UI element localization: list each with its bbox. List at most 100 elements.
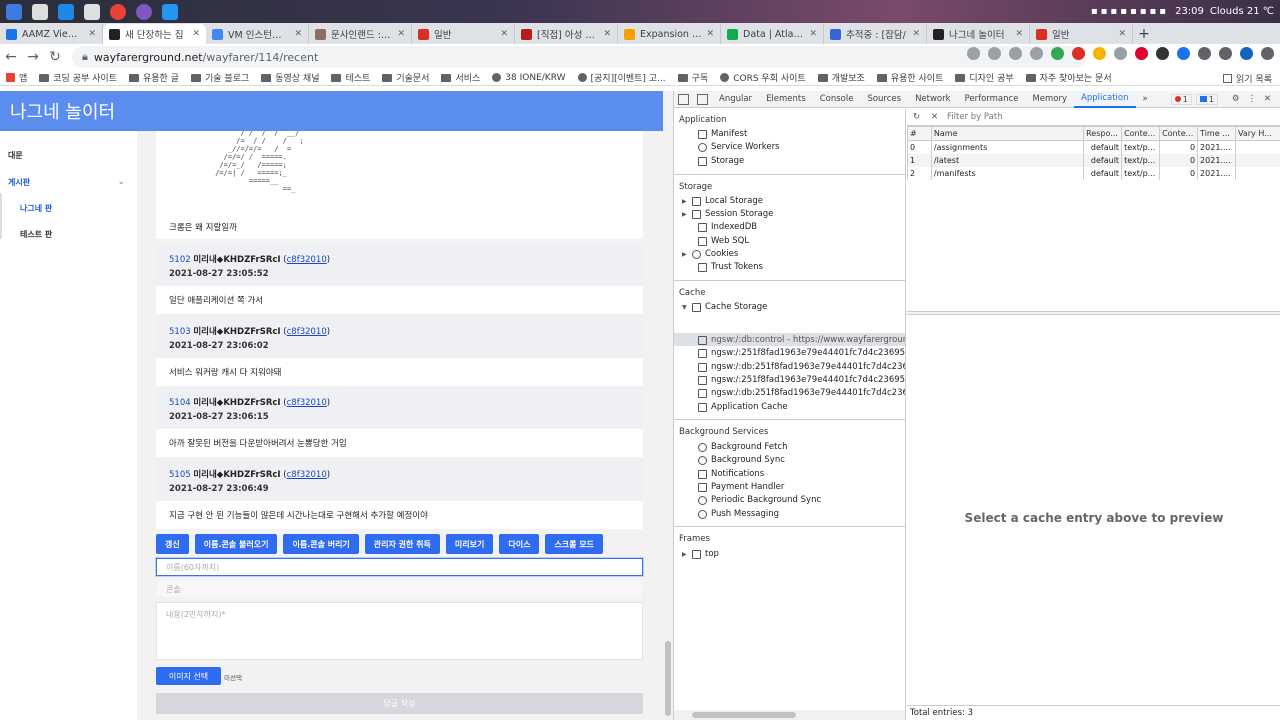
sidebar-item-test[interactable]: 테스트 판	[20, 229, 52, 240]
weather[interactable]: Clouds 21 ℃	[1210, 6, 1274, 17]
table-row[interactable]: 1 /latest default text/p... 0 2021....	[907, 153, 1280, 167]
column-content-length[interactable]: Conte...	[1159, 126, 1199, 141]
column-content-type[interactable]: Conte...	[1121, 126, 1161, 141]
column-name[interactable]: Name	[930, 126, 1085, 141]
app-icon[interactable]	[136, 3, 152, 20]
table-row[interactable]: 0 /assignments default text/p... 0 2021.…	[907, 140, 1280, 154]
sidebar-item-home[interactable]: 대문	[8, 150, 23, 161]
scrollbar-thumb[interactable]	[692, 712, 796, 718]
close-icon[interactable]: ✕	[294, 29, 302, 39]
sidebar-item-board[interactable]: 게시판	[8, 177, 30, 188]
browser-tab[interactable]: VM 인스턴스 – C ✕	[206, 24, 309, 44]
tree-item-cache-storage[interactable]: ▼ Cache Storage	[682, 302, 767, 312]
discard-name-console-button[interactable]: 이름.콘솔 버리기	[283, 534, 359, 554]
reading-list[interactable]: 읽기 목록	[1223, 72, 1272, 85]
column-vary-header[interactable]: Vary H...	[1235, 126, 1280, 141]
bookmark-item[interactable]: 디자인 공부	[949, 71, 1019, 84]
cache-entry[interactable]: ngsw:/:db:251f8fad1963e79e44401fc7d4c236…	[698, 362, 905, 372]
column-index[interactable]: #	[907, 126, 932, 141]
extension-icon[interactable]	[1051, 47, 1064, 60]
bookmark-item[interactable]: 서비스	[435, 71, 486, 84]
close-icon[interactable]: ✕	[912, 29, 920, 39]
post-hash[interactable]: c8f32010	[287, 398, 327, 408]
address-bar[interactable]: 🔒︎ wayfarerground.net/wayfarer/114/recen…	[72, 46, 1087, 68]
gear-icon[interactable]: ⚙	[1232, 94, 1240, 104]
bookmark-item[interactable]: 38 IONE/KRW	[486, 73, 571, 83]
app-icon[interactable]	[6, 3, 22, 20]
extension-icon[interactable]	[1114, 47, 1127, 60]
devtools-tab-performance[interactable]: Performance	[958, 91, 1026, 108]
new-tab-button[interactable]: +	[1133, 24, 1155, 44]
share-icon[interactable]	[988, 47, 1001, 60]
close-icon[interactable]: ✕	[1118, 29, 1126, 39]
console-input[interactable]: 콘솔	[156, 580, 643, 598]
chrome-icon[interactable]	[110, 3, 126, 20]
tree-item-service-workers[interactable]: Service Workers	[688, 142, 780, 152]
browser-tab[interactable]: 새 단장하는 집 ✕	[103, 24, 206, 44]
admin-auth-button[interactable]: 관리자 권한 취득	[364, 534, 440, 554]
tree-item-websql[interactable]: Web SQL	[688, 236, 749, 246]
name-input[interactable]: 이름(60자까지)	[156, 558, 643, 576]
tree-item-payment-handler[interactable]: Payment Handler	[688, 482, 784, 492]
browser-tab[interactable]: 나그네 놀이터 ✕	[927, 24, 1030, 44]
post-hash[interactable]: c8f32010	[287, 470, 327, 480]
devtools-tab-memory[interactable]: Memory	[1025, 91, 1074, 108]
bookmark-item[interactable]: 테스트	[325, 71, 376, 84]
kebab-menu-icon[interactable]: ⋮	[1248, 94, 1257, 104]
horizontal-scrollbar[interactable]	[674, 710, 905, 720]
post-number[interactable]: 5102	[169, 255, 191, 265]
forward-button[interactable]: →	[22, 46, 44, 68]
tree-item-indexeddb[interactable]: IndexedDB	[688, 222, 757, 232]
vscode-icon[interactable]	[162, 3, 178, 20]
browser-tab[interactable]: 일반 ✕	[412, 24, 515, 44]
refresh-button[interactable]: 갱신	[156, 534, 189, 554]
tree-item-background-fetch[interactable]: Background Fetch	[688, 442, 787, 452]
tree-item-background-sync[interactable]: Background Sync	[688, 455, 785, 465]
close-icon[interactable]: ✕	[192, 29, 200, 39]
translate-icon[interactable]	[967, 47, 980, 60]
close-icon[interactable]: ✕	[706, 29, 714, 39]
clear-icon[interactable]: ✕	[931, 112, 938, 122]
tray-icons[interactable]: ▪▪▪▪▪▪▪▪	[1091, 6, 1169, 17]
inspect-icon[interactable]	[678, 93, 689, 105]
devtools-tab-angular[interactable]: Angular	[712, 91, 759, 108]
browser-tab[interactable]: Data | Atlas: M ✕	[721, 24, 824, 44]
close-icon[interactable]: ✕	[809, 29, 817, 39]
bookmark-item[interactable]: CORS 우회 사이트	[714, 71, 811, 84]
angular-icon[interactable]	[1135, 47, 1148, 60]
app-icon[interactable]	[58, 3, 74, 20]
extension-icon[interactable]	[1093, 47, 1106, 60]
scrollbar-thumb[interactable]	[665, 641, 671, 716]
bookmark-item[interactable]: 유용한 글	[123, 71, 185, 84]
filter-input[interactable]: Filter by Path	[947, 112, 1003, 122]
content-textarea[interactable]: 내용(2만자까지)*	[156, 602, 643, 660]
close-icon[interactable]: ✕	[500, 29, 508, 39]
table-row[interactable]: 2 /manifests default text/p... 0 2021...…	[907, 166, 1280, 180]
load-name-console-button[interactable]: 이름.콘솔 불러오기	[194, 534, 278, 554]
collapse-arrow-icon[interactable]: ▼	[682, 304, 688, 311]
tree-item-application-cache[interactable]: Application Cache	[688, 402, 788, 412]
tree-item-cookies[interactable]: ▶ Cookies	[682, 249, 738, 259]
post-hash[interactable]: c8f32010	[287, 255, 327, 265]
post-number[interactable]: 5103	[169, 327, 191, 337]
split-divider[interactable]	[907, 311, 1280, 315]
post-hash[interactable]: c8f32010	[287, 327, 327, 337]
tree-item-periodic-background-sync[interactable]: Periodic Background Sync	[688, 495, 821, 505]
avatar[interactable]	[1240, 47, 1253, 60]
devtools-tab-application[interactable]: Application	[1074, 91, 1136, 108]
bookmark-item[interactable]: 기술 블로그	[185, 71, 255, 84]
submit-reply-button[interactable]: 답글 작성	[156, 693, 643, 714]
tree-item-notifications[interactable]: Notifications	[688, 469, 764, 479]
extension-icon[interactable]	[1156, 47, 1169, 60]
bookmark-item[interactable]: 코딩 공부 사이트	[33, 71, 123, 84]
browser-tab[interactable]: 문사인랜드 :: 웹 ✕	[309, 24, 412, 44]
zoom-icon[interactable]	[1009, 47, 1022, 60]
message-badge[interactable]: 1	[1195, 93, 1218, 105]
tree-item-push-messaging[interactable]: Push Messaging	[688, 509, 779, 519]
close-icon[interactable]: ✕	[1264, 94, 1271, 104]
site-title[interactable]: 나그네 놀이터	[0, 91, 663, 131]
extension-icon[interactable]	[1177, 47, 1190, 60]
tree-item-manifest[interactable]: Manifest	[688, 129, 747, 139]
bookmark-item[interactable]: 개발보조	[812, 71, 871, 84]
preview-button[interactable]: 미리보기	[445, 534, 494, 554]
